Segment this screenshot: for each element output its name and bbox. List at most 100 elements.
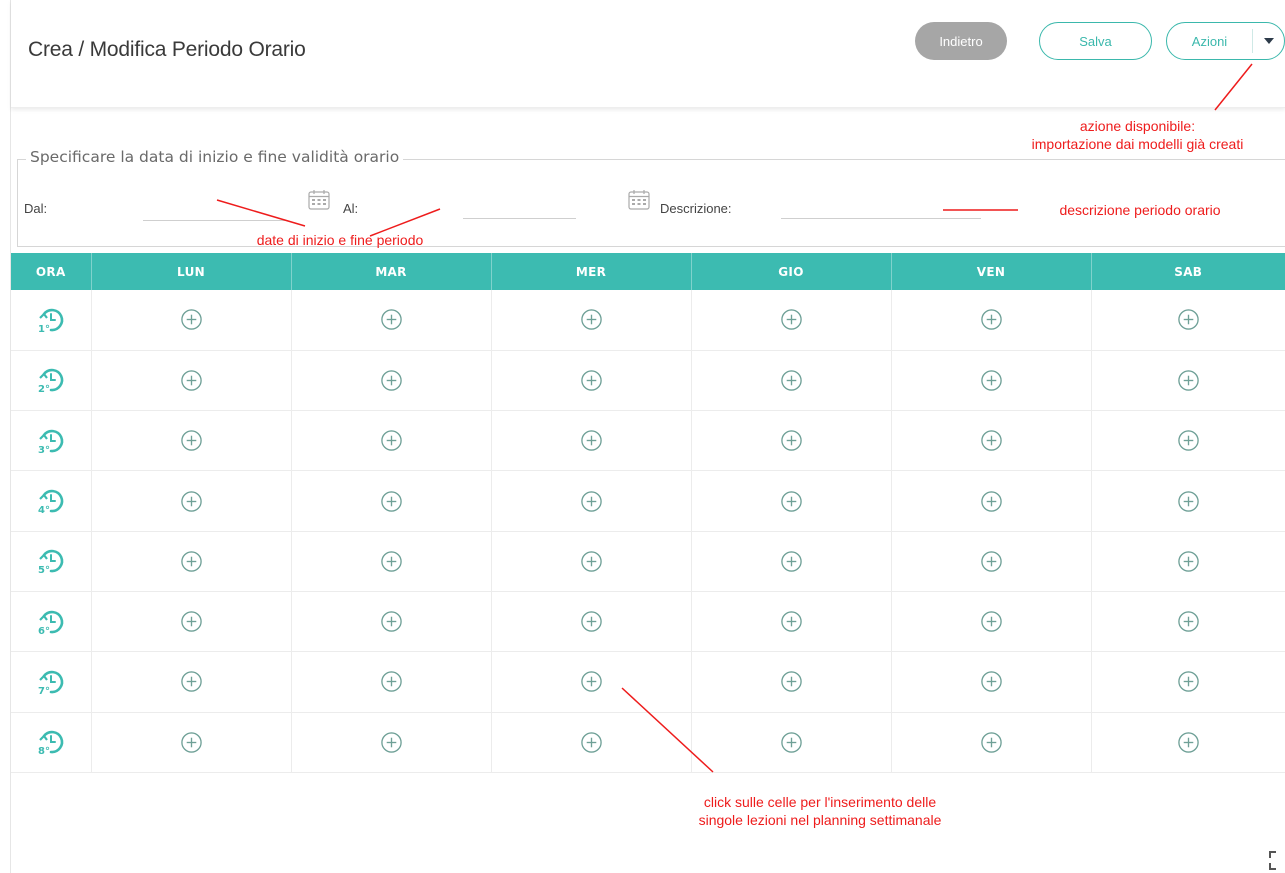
plus-circle-icon[interactable] <box>780 430 803 451</box>
lesson-cell-sab[interactable] <box>1091 290 1285 351</box>
lesson-cell-lun[interactable] <box>91 290 292 351</box>
lesson-cell-sab[interactable] <box>1091 470 1285 532</box>
lesson-cell-mar[interactable] <box>291 651 492 713</box>
lesson-cell-lun[interactable] <box>91 591 292 653</box>
plus-circle-icon[interactable] <box>180 490 203 512</box>
plus-circle-icon[interactable] <box>980 611 1003 632</box>
lesson-cell-mer[interactable] <box>491 350 692 412</box>
plus-circle-icon[interactable] <box>180 611 203 632</box>
plus-circle-icon[interactable] <box>780 309 803 331</box>
lesson-cell-ven[interactable] <box>891 712 1092 773</box>
plus-circle-icon[interactable] <box>780 731 803 753</box>
lesson-cell-sab[interactable] <box>1091 410 1285 472</box>
plus-circle-icon[interactable] <box>980 309 1003 331</box>
plus-circle-icon[interactable] <box>380 731 403 753</box>
plus-circle-icon[interactable] <box>380 611 403 632</box>
plus-circle-icon[interactable] <box>180 671 203 693</box>
plus-circle-icon[interactable] <box>780 611 803 632</box>
plus-circle-icon[interactable] <box>1177 731 1200 753</box>
actions-button[interactable]: Azioni <box>1166 22 1285 60</box>
plus-circle-icon[interactable] <box>580 551 603 572</box>
calendar-icon[interactable] <box>308 189 330 210</box>
plus-circle-icon[interactable] <box>580 430 603 451</box>
plus-circle-icon[interactable] <box>980 731 1003 753</box>
plus-circle-icon[interactable] <box>1177 370 1200 391</box>
lesson-cell-lun[interactable] <box>91 410 292 472</box>
plus-circle-icon[interactable] <box>380 671 403 693</box>
description-input[interactable] <box>781 218 981 219</box>
plus-circle-icon[interactable] <box>380 490 403 512</box>
plus-circle-icon[interactable] <box>1177 490 1200 512</box>
plus-circle-icon[interactable] <box>580 490 603 512</box>
lesson-cell-mer[interactable] <box>491 531 692 592</box>
plus-circle-icon[interactable] <box>580 309 603 331</box>
lesson-cell-sab[interactable] <box>1091 350 1285 412</box>
lesson-cell-ven[interactable] <box>891 350 1092 412</box>
lesson-cell-lun[interactable] <box>91 531 292 592</box>
lesson-cell-mer[interactable] <box>491 290 692 351</box>
plus-circle-icon[interactable] <box>1177 551 1200 572</box>
plus-circle-icon[interactable] <box>780 490 803 512</box>
lesson-cell-mer[interactable] <box>491 470 692 532</box>
lesson-cell-mer[interactable] <box>491 410 692 472</box>
from-date-input[interactable] <box>143 220 288 221</box>
plus-circle-icon[interactable] <box>180 309 203 331</box>
lesson-cell-lun[interactable] <box>91 470 292 532</box>
lesson-cell-ven[interactable] <box>891 651 1092 713</box>
lesson-cell-gio[interactable] <box>691 350 892 412</box>
lesson-cell-mar[interactable] <box>291 410 492 472</box>
lesson-cell-mer[interactable] <box>491 591 692 653</box>
plus-circle-icon[interactable] <box>980 551 1003 572</box>
lesson-cell-ven[interactable] <box>891 290 1092 351</box>
plus-circle-icon[interactable] <box>180 731 203 753</box>
plus-circle-icon[interactable] <box>980 370 1003 391</box>
save-button[interactable]: Salva <box>1039 22 1152 60</box>
plus-circle-icon[interactable] <box>580 671 603 693</box>
expand-icon[interactable] <box>1268 848 1285 873</box>
plus-circle-icon[interactable] <box>580 731 603 753</box>
lesson-cell-gio[interactable] <box>691 651 892 713</box>
lesson-cell-mar[interactable] <box>291 290 492 351</box>
plus-circle-icon[interactable] <box>1177 611 1200 632</box>
plus-circle-icon[interactable] <box>180 551 203 572</box>
lesson-cell-ven[interactable] <box>891 531 1092 592</box>
calendar-icon[interactable] <box>628 189 650 210</box>
plus-circle-icon[interactable] <box>580 611 603 632</box>
plus-circle-icon[interactable] <box>180 370 203 391</box>
plus-circle-icon[interactable] <box>980 490 1003 512</box>
lesson-cell-mar[interactable] <box>291 712 492 773</box>
plus-circle-icon[interactable] <box>1177 430 1200 451</box>
lesson-cell-sab[interactable] <box>1091 531 1285 592</box>
plus-circle-icon[interactable] <box>380 309 403 331</box>
plus-circle-icon[interactable] <box>180 430 203 451</box>
plus-circle-icon[interactable] <box>980 430 1003 451</box>
lesson-cell-sab[interactable] <box>1091 712 1285 773</box>
back-button[interactable]: Indietro <box>915 22 1007 60</box>
lesson-cell-ven[interactable] <box>891 591 1092 653</box>
lesson-cell-gio[interactable] <box>691 591 892 653</box>
plus-circle-icon[interactable] <box>780 671 803 693</box>
plus-circle-icon[interactable] <box>780 551 803 572</box>
lesson-cell-mar[interactable] <box>291 591 492 653</box>
caret-down-icon[interactable] <box>1264 38 1274 44</box>
to-date-input[interactable] <box>463 218 576 219</box>
lesson-cell-gio[interactable] <box>691 290 892 351</box>
lesson-cell-sab[interactable] <box>1091 651 1285 713</box>
plus-circle-icon[interactable] <box>780 370 803 391</box>
lesson-cell-sab[interactable] <box>1091 591 1285 653</box>
lesson-cell-mar[interactable] <box>291 470 492 532</box>
plus-circle-icon[interactable] <box>580 370 603 391</box>
lesson-cell-ven[interactable] <box>891 470 1092 532</box>
plus-circle-icon[interactable] <box>380 551 403 572</box>
lesson-cell-mer[interactable] <box>491 651 692 713</box>
plus-circle-icon[interactable] <box>1177 671 1200 693</box>
plus-circle-icon[interactable] <box>380 430 403 451</box>
lesson-cell-lun[interactable] <box>91 651 292 713</box>
lesson-cell-ven[interactable] <box>891 410 1092 472</box>
lesson-cell-mar[interactable] <box>291 350 492 412</box>
plus-circle-icon[interactable] <box>980 671 1003 693</box>
plus-circle-icon[interactable] <box>380 370 403 391</box>
lesson-cell-lun[interactable] <box>91 712 292 773</box>
lesson-cell-gio[interactable] <box>691 410 892 472</box>
lesson-cell-gio[interactable] <box>691 531 892 592</box>
